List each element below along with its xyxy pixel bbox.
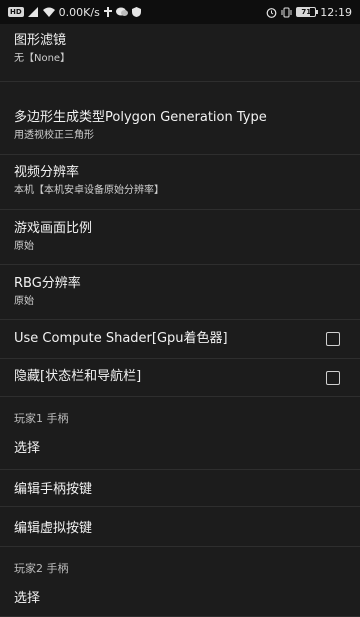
- shield-icon: [131, 7, 141, 17]
- setting-title: 隐藏[状态栏和导航栏]: [14, 369, 142, 384]
- setting-title: 编辑手柄按键: [14, 482, 93, 497]
- setting-value: 本机【本机安卓设备原始分辨率】: [14, 185, 164, 196]
- section-header: 玩家1 手柄: [14, 412, 69, 425]
- setting-hide-bars[interactable]: 隐藏[状态栏和导航栏]: [0, 359, 360, 397]
- wifi-icon: [42, 7, 55, 17]
- status-bar: HD 0.00K/s 71 12:19: [0, 0, 360, 24]
- battery-icon: 71: [296, 7, 319, 17]
- setting-value: 原始: [14, 241, 34, 252]
- setting-value: 原始: [14, 296, 34, 307]
- wechat-icon: [115, 7, 128, 17]
- setting-title: 编辑虚拟按键: [14, 521, 93, 536]
- usb-icon: [103, 7, 112, 17]
- status-bar-left: HD 0.00K/s: [8, 6, 141, 19]
- setting-title: 视频分辨率: [14, 165, 80, 180]
- signal-icon: [27, 7, 39, 17]
- setting-value: 无【None】: [14, 53, 71, 64]
- setting-aspect-ratio[interactable]: 游戏画面比例 原始: [0, 210, 360, 265]
- network-speed: 0.00K/s: [58, 5, 100, 19]
- setting-video-resolution[interactable]: 视频分辨率 本机【本机安卓设备原始分辨率】: [0, 155, 360, 210]
- setting-rbg-resolution[interactable]: RBG分辨率 原始: [0, 265, 360, 320]
- setting-title: Use Compute Shader[Gpu着色器]: [14, 331, 228, 346]
- compute-shader-checkbox[interactable]: [326, 332, 340, 346]
- vibrate-icon: [281, 7, 292, 18]
- battery-level: 71: [301, 8, 312, 16]
- hide-bars-checkbox[interactable]: [326, 371, 340, 385]
- clock: 12:19: [320, 5, 352, 19]
- status-bar-right: 71 12:19: [266, 6, 352, 19]
- setting-title: 图形滤镜: [14, 33, 67, 48]
- player2-select[interactable]: 选择: [0, 577, 360, 617]
- setting-title: 游戏画面比例: [14, 221, 93, 236]
- setting-title: 多边形生成类型Polygon Generation Type: [14, 110, 267, 125]
- edit-gamepad-keys[interactable]: 编辑手柄按键: [0, 470, 360, 507]
- setting-title: 选择: [14, 441, 41, 456]
- setting-title: RBG分辨率: [14, 276, 81, 291]
- edit-virtual-keys[interactable]: 编辑虚拟按键: [0, 507, 360, 547]
- setting-value: 用透视校正三角形: [14, 130, 94, 141]
- player2-header: 玩家2 手柄: [0, 547, 360, 577]
- player1-select[interactable]: 选择: [0, 427, 360, 470]
- setting-graphics-filter[interactable]: 图形滤镜 无【None】: [0, 24, 360, 82]
- player1-header: 玩家1 手柄: [0, 397, 360, 427]
- setting-compute-shader[interactable]: Use Compute Shader[Gpu着色器]: [0, 320, 360, 359]
- setting-title: 选择: [14, 591, 41, 606]
- hd-badge: HD: [8, 7, 24, 17]
- setting-polygon-type[interactable]: 多边形生成类型Polygon Generation Type 用透视校正三角形: [0, 82, 360, 155]
- alarm-icon: [266, 7, 277, 18]
- section-header: 玩家2 手柄: [14, 562, 69, 575]
